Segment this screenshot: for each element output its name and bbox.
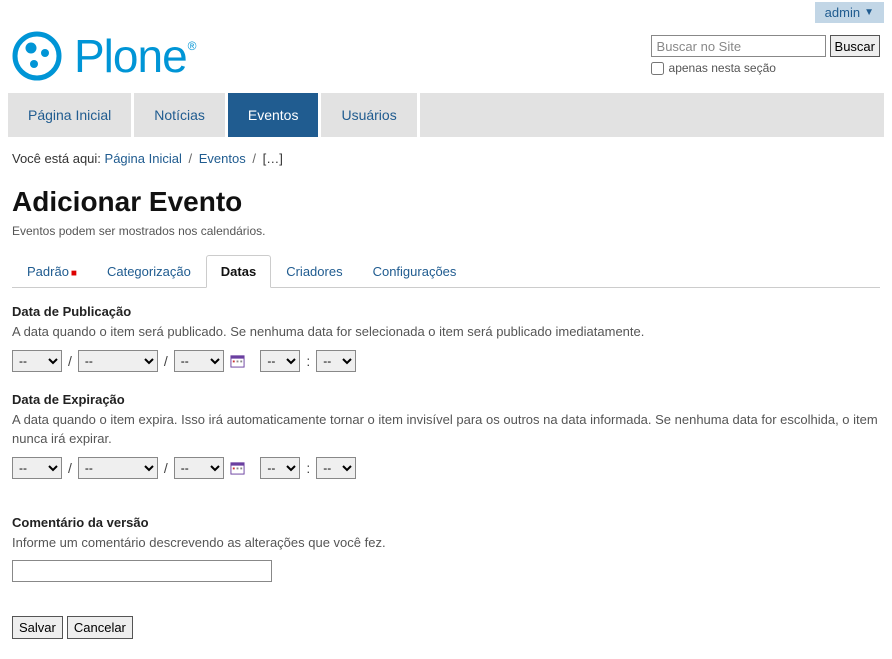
pub-year-select[interactable]: -- — [174, 350, 224, 372]
date-separator: / — [164, 353, 168, 369]
comment-label: Comentário da versão — [12, 515, 880, 530]
tab-settings[interactable]: Configurações — [358, 255, 472, 288]
search-only-section-checkbox[interactable] — [651, 62, 664, 75]
breadcrumb-current: […] — [263, 151, 283, 166]
page-title: Adicionar Evento — [0, 172, 892, 222]
header: Plone® Buscar apenas nesta seção — [0, 23, 892, 93]
nav-events[interactable]: Eventos — [228, 93, 322, 137]
search-only-section-label: apenas nesta seção — [669, 61, 776, 75]
page-description: Eventos podem ser mostrados nos calendár… — [0, 222, 892, 254]
admin-user-menu[interactable]: admin ▼ — [815, 2, 884, 23]
admin-label: admin — [825, 5, 860, 20]
exp-min-select[interactable]: -- — [316, 457, 356, 479]
date-separator: / — [164, 460, 168, 476]
time-separator: : — [306, 353, 310, 369]
breadcrumb: Você está aqui: Página Inicial / Eventos… — [0, 137, 892, 172]
nav-users[interactable]: Usuários — [321, 93, 419, 137]
logo[interactable]: Plone® — [12, 29, 195, 83]
comment-help: Informe um comentário descrevendo as alt… — [12, 533, 880, 553]
nav-home[interactable]: Página Inicial — [8, 93, 134, 137]
save-button[interactable]: Salvar — [12, 616, 63, 639]
tab-default[interactable]: Padrão■ — [12, 255, 92, 288]
plone-logo-icon — [12, 31, 62, 81]
field-version-comment: Comentário da versão Informe um comentár… — [12, 515, 880, 583]
exp-hour-select[interactable]: -- — [260, 457, 300, 479]
nav-news[interactable]: Notícias — [134, 93, 228, 137]
search-input[interactable] — [651, 35, 826, 57]
breadcrumb-events[interactable]: Eventos — [199, 151, 246, 166]
breadcrumb-home[interactable]: Página Inicial — [105, 151, 182, 166]
exp-year-select[interactable]: -- — [174, 457, 224, 479]
pub-month-select[interactable]: -- — [78, 350, 158, 372]
cancel-button[interactable]: Cancelar — [67, 616, 133, 639]
form-actions: Salvar Cancelar — [0, 612, 892, 659]
exp-date-label: Data de Expiração — [12, 392, 880, 407]
search-only-section[interactable]: apenas nesta seção — [651, 61, 776, 75]
pub-min-select[interactable]: -- — [316, 350, 356, 372]
field-expiration-date: Data de Expiração A data quando o item e… — [12, 392, 880, 479]
exp-month-select[interactable]: -- — [78, 457, 158, 479]
pub-date-label: Data de Publicação — [12, 304, 880, 319]
tab-dates[interactable]: Datas — [206, 255, 271, 288]
top-bar: admin ▼ — [0, 0, 892, 23]
tab-categorization[interactable]: Categorização — [92, 255, 206, 288]
exp-date-help: A data quando o item expira. Isso irá au… — [12, 410, 880, 449]
form-tabs: Padrão■ Categorização Datas Criadores Co… — [12, 254, 880, 288]
date-separator: / — [68, 353, 72, 369]
pub-date-help: A data quando o item será publicado. Se … — [12, 322, 880, 342]
tab-creators[interactable]: Criadores — [271, 255, 357, 288]
comment-input[interactable] — [12, 560, 272, 582]
time-separator: : — [306, 460, 310, 476]
main-nav: Página Inicial Notícias Eventos Usuários — [8, 93, 884, 137]
pub-day-select[interactable]: -- — [12, 350, 62, 372]
breadcrumb-prefix: Você está aqui: — [12, 151, 101, 166]
calendar-icon[interactable] — [230, 353, 245, 368]
pub-hour-select[interactable]: -- — [260, 350, 300, 372]
required-dot-icon: ■ — [71, 268, 77, 279]
search-button[interactable]: Buscar — [830, 35, 880, 57]
chevron-down-icon: ▼ — [864, 7, 874, 18]
logo-text: Plone® — [74, 29, 195, 83]
field-publication-date: Data de Publicação A data quando o item … — [12, 304, 880, 372]
calendar-icon[interactable] — [230, 460, 245, 475]
form-body: Data de Publicação A data quando o item … — [0, 288, 892, 612]
date-separator: / — [68, 460, 72, 476]
exp-day-select[interactable]: -- — [12, 457, 62, 479]
search-area: Buscar apenas nesta seção — [651, 35, 880, 75]
